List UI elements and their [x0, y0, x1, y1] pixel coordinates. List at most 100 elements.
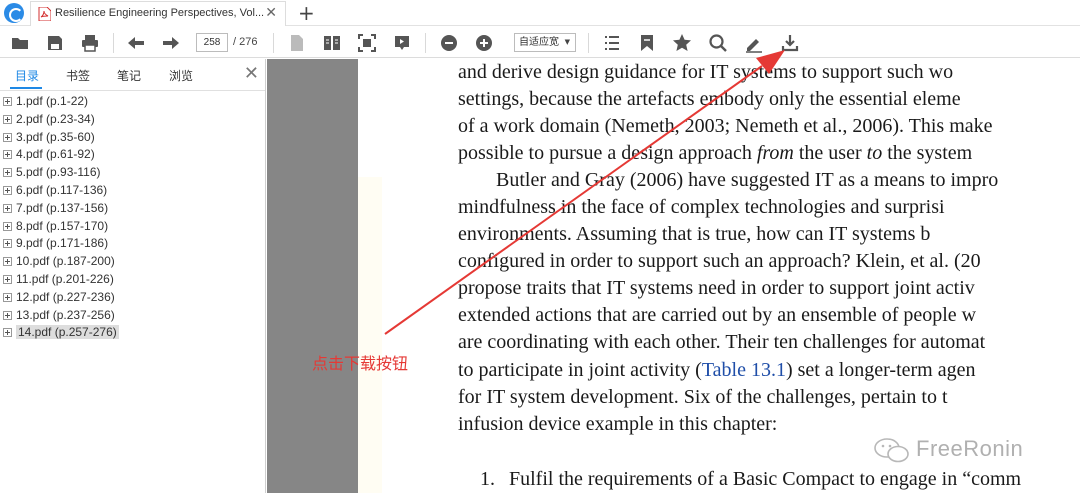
- pdf-page[interactable]: and derive design guidance for IT system…: [358, 59, 1080, 493]
- single-page-icon[interactable]: [287, 33, 307, 53]
- toolbar-separator: [273, 33, 274, 53]
- page-margin: [358, 177, 382, 493]
- text-run: the system: [882, 142, 973, 164]
- next-page-icon[interactable]: [161, 33, 181, 53]
- expand-icon[interactable]: [3, 132, 12, 142]
- star-icon[interactable]: [672, 33, 692, 53]
- table-link[interactable]: Table 13.1: [702, 359, 786, 381]
- text-line: infusion device example in this chapter:: [458, 413, 778, 435]
- expand-icon[interactable]: [3, 168, 12, 178]
- document-tab[interactable]: Resilience Engineering Perspectives, Vol…: [30, 1, 286, 26]
- annotate-pen-icon[interactable]: [744, 33, 764, 53]
- text-run: to participate in joint activity (: [458, 359, 702, 381]
- sidebar: 目录 书签 笔记 浏览 ✕ 1.pdf (p.1-22) 2.pdf (p.23…: [0, 59, 266, 493]
- open-folder-icon[interactable]: [10, 33, 30, 53]
- zoom-value: 自适应宽: [519, 37, 559, 48]
- watermark-text: FreeRonin: [916, 436, 1024, 461]
- annotation-label: 点击下载按钮: [312, 354, 409, 373]
- document-gutter: [267, 59, 358, 493]
- text-line: propose traits that IT systems need in o…: [458, 277, 975, 299]
- app-logo-icon[interactable]: [4, 3, 24, 23]
- outline-icon[interactable]: [602, 33, 622, 53]
- expand-icon[interactable]: [3, 97, 12, 106]
- text-line: settings, because the artefacts embody o…: [458, 88, 961, 110]
- expand-icon[interactable]: [3, 328, 12, 338]
- zoom-out-icon[interactable]: [439, 33, 459, 53]
- expand-icon[interactable]: [3, 239, 12, 249]
- text-line: environments. Assuming that is true, how…: [458, 223, 931, 245]
- list-item-label: 1.pdf (p.1-22): [16, 94, 89, 108]
- toolbar-separator: [588, 33, 589, 53]
- bookmark-icon[interactable]: [637, 33, 657, 53]
- list-item-selected[interactable]: 14.pdf (p.257-276): [3, 324, 119, 342]
- expand-icon[interactable]: [3, 221, 12, 231]
- text-line: Butler and Gray (2006) have suggested IT…: [496, 169, 999, 191]
- tab-title: Resilience Engineering Perspectives, Vol…: [55, 7, 265, 19]
- list-item[interactable]: 4.pdf (p.61-92): [3, 146, 119, 164]
- text-line: and derive design guidance for IT system…: [458, 61, 954, 83]
- list-item-label: 13.pdf (p.237-256): [16, 307, 115, 322]
- expand-icon[interactable]: [3, 292, 12, 302]
- toolbar-separator: [113, 33, 114, 53]
- search-icon[interactable]: [708, 33, 728, 53]
- two-page-icon[interactable]: [322, 33, 342, 53]
- page-total-label: / 276: [233, 36, 258, 48]
- download-icon[interactable]: [780, 33, 800, 53]
- list-item-label: 11.pdf (p.201-226): [16, 271, 114, 286]
- tab-browse[interactable]: 浏览: [169, 67, 193, 84]
- list-item[interactable]: 9.pdf (p.171-186): [3, 235, 119, 253]
- save-icon[interactable]: [45, 33, 65, 53]
- presentation-icon[interactable]: [392, 33, 412, 53]
- list-item[interactable]: 2.pdf (p.23-34): [3, 111, 119, 129]
- expand-icon[interactable]: [3, 203, 12, 213]
- tab-notes[interactable]: 笔记: [117, 67, 141, 84]
- list-item[interactable]: 10.pdf (p.187-200): [3, 253, 119, 271]
- list-item-label: 7.pdf (p.137-156): [16, 200, 109, 215]
- text-line: to participate in joint activity (Table …: [458, 359, 975, 382]
- list-item[interactable]: 1.pdf (p.1-22): [3, 93, 119, 111]
- list-item[interactable]: 6.pdf (p.117-136): [3, 182, 119, 200]
- list-item[interactable]: 13.pdf (p.237-256): [3, 307, 119, 325]
- expand-icon[interactable]: [3, 274, 12, 284]
- list-item[interactable]: 3.pdf (p.35-60): [3, 129, 119, 147]
- list-item-label: 8.pdf (p.157-170): [16, 218, 109, 233]
- outline-list: 1.pdf (p.1-22) 2.pdf (p.23-34) 3.pdf (p.…: [3, 93, 119, 342]
- list-item-label: 4.pdf (p.61-92): [16, 147, 95, 162]
- tab-contents[interactable]: 目录: [15, 67, 39, 84]
- expand-icon[interactable]: [3, 114, 12, 124]
- list-item-label: 6.pdf (p.117-136): [16, 182, 108, 197]
- list-item[interactable]: 12.pdf (p.227-236): [3, 289, 119, 307]
- close-tab-icon[interactable]: ✕: [265, 5, 277, 21]
- active-tab-indicator: [10, 87, 42, 89]
- expand-icon[interactable]: [3, 257, 12, 267]
- tab-bookmarks[interactable]: 书签: [66, 67, 90, 84]
- text-line: for IT system development. Six of the ch…: [458, 386, 948, 408]
- text-run-italic: to: [866, 142, 883, 164]
- list-item[interactable]: 5.pdf (p.93-116): [3, 164, 119, 182]
- list-item-label: 2.pdf (p.23-34): [16, 111, 95, 126]
- new-tab-icon[interactable]: +: [298, 1, 315, 25]
- prev-page-icon[interactable]: [126, 33, 146, 53]
- zoom-select[interactable]: 自适应宽 ▼: [514, 33, 576, 52]
- watermark: FreeRonin: [872, 434, 1052, 466]
- zoom-in-icon[interactable]: [474, 33, 494, 53]
- toolbar-separator: [425, 33, 426, 53]
- fit-page-icon[interactable]: [357, 33, 377, 53]
- close-sidebar-icon[interactable]: ✕: [244, 63, 259, 84]
- page-number-input[interactable]: 258: [196, 33, 228, 52]
- print-icon[interactable]: [80, 33, 100, 53]
- expand-icon[interactable]: [3, 150, 12, 160]
- list-number: 1.: [480, 468, 495, 490]
- list-item[interactable]: 7.pdf (p.137-156): [3, 200, 119, 218]
- list-item-label: 3.pdf (p.35-60): [16, 129, 95, 144]
- expand-icon[interactable]: [3, 310, 12, 320]
- toolbar: 258 / 276 自适应宽 ▼: [0, 27, 1080, 58]
- list-item-label: 5.pdf (p.93-116): [16, 165, 101, 180]
- list-item[interactable]: 8.pdf (p.157-170): [3, 218, 119, 236]
- list-item-label: 14.pdf (p.257-276): [16, 325, 119, 340]
- expand-icon[interactable]: [3, 185, 12, 195]
- text-line: are coordinating with each other. Their …: [458, 331, 986, 353]
- list-item[interactable]: 11.pdf (p.201-226): [3, 271, 119, 289]
- text-line: of a work domain (Nemeth, 2003; Nemeth e…: [458, 115, 993, 137]
- text-run: possible to pursue a design approach: [458, 142, 757, 164]
